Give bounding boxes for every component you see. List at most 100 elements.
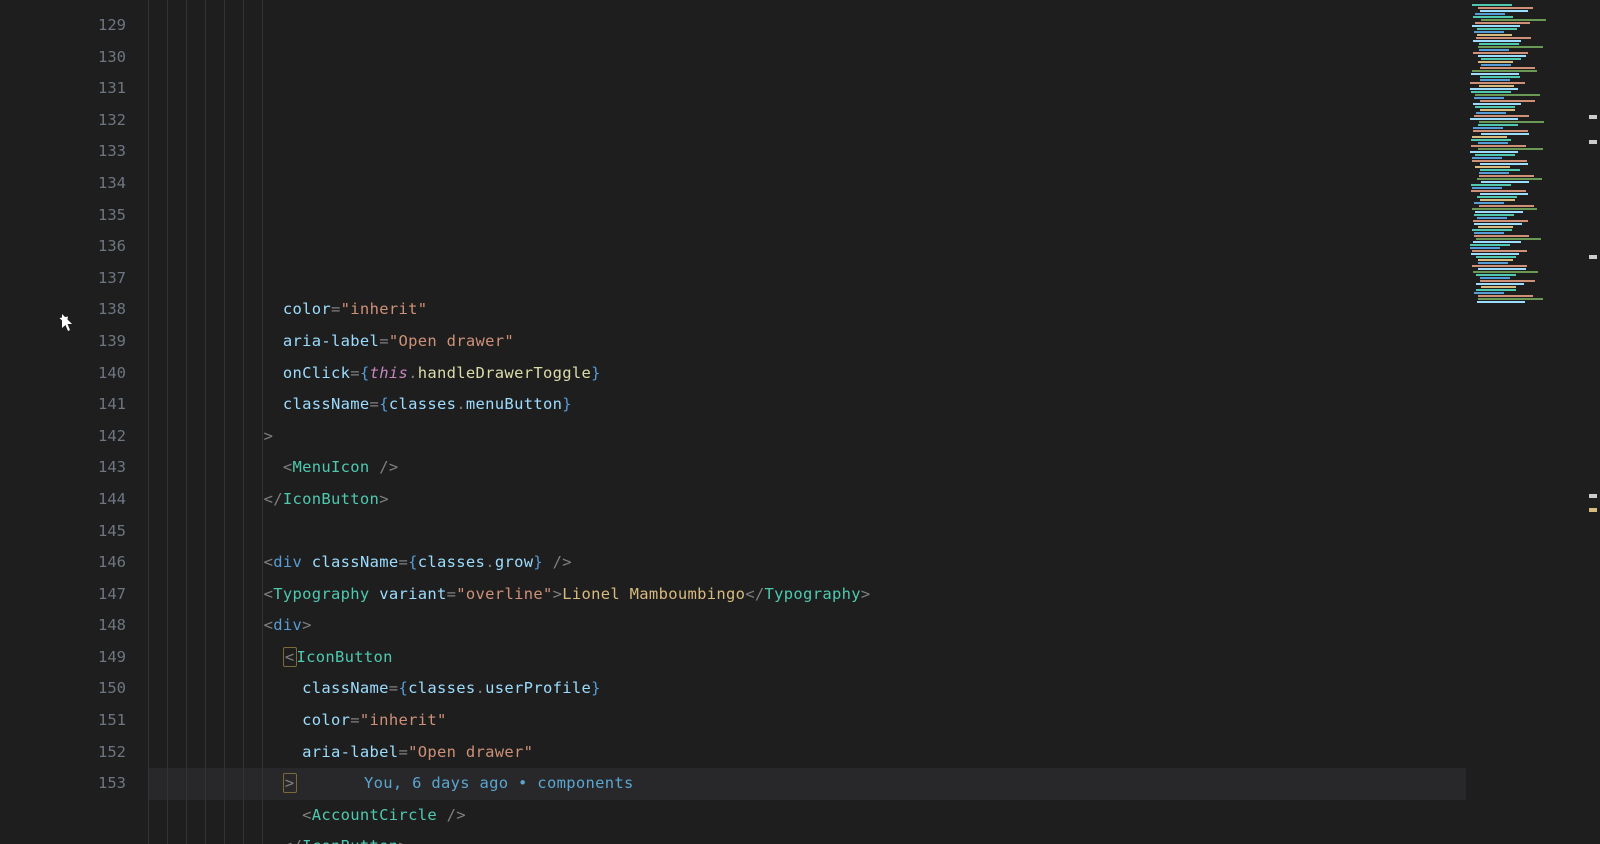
minimap-line	[1472, 25, 1520, 27]
line-number[interactable]: 140	[0, 358, 126, 390]
minimap-line	[1475, 94, 1540, 96]
minimap-line	[1473, 220, 1528, 222]
minimap-line	[1472, 208, 1537, 210]
minimap-line	[1480, 109, 1515, 111]
code-line[interactable]: > You, 6 days ago • components	[148, 768, 1466, 800]
code-area[interactable]: 1291301311321331341351361371381391401411…	[0, 0, 1600, 844]
minimap-line	[1480, 79, 1510, 81]
code-content[interactable]: color="inherit" aria-label="Open drawer"…	[148, 0, 1466, 844]
line-number[interactable]: 131	[0, 73, 126, 105]
minimap-line	[1479, 205, 1534, 207]
line-number[interactable]: 145	[0, 516, 126, 548]
code-line[interactable]: <div className={classes.grow} />	[148, 547, 1466, 579]
minimap-line	[1471, 253, 1519, 255]
code-line[interactable]: className={classes.userProfile}	[148, 673, 1466, 705]
minimap-line	[1476, 112, 1506, 114]
minimap-line	[1472, 70, 1537, 72]
minimap-line	[1471, 73, 1519, 75]
line-number[interactable]: 142	[0, 421, 126, 453]
line-number[interactable]: 133	[0, 136, 126, 168]
minimap-line	[1479, 43, 1519, 45]
minimap-line	[1471, 190, 1526, 192]
code-line[interactable]: </IconButton>	[148, 831, 1466, 844]
line-number[interactable]: 146	[0, 547, 126, 579]
line-number[interactable]: 144	[0, 484, 126, 516]
code-line[interactable]: >	[148, 421, 1466, 453]
line-number[interactable]: 138	[0, 294, 126, 326]
minimap-line	[1478, 61, 1513, 63]
minimap-line	[1473, 40, 1521, 42]
code-line[interactable]: aria-label="Open drawer"	[148, 737, 1466, 769]
line-number[interactable]: 149	[0, 642, 126, 674]
line-number[interactable]: 129	[0, 10, 126, 42]
minimap-line	[1478, 268, 1526, 270]
minimap-line	[1477, 217, 1507, 219]
minimap-line	[1476, 289, 1516, 291]
code-line[interactable]: aria-label="Open drawer"	[148, 326, 1466, 358]
scrollbar[interactable]	[1586, 0, 1600, 844]
minimap-line	[1476, 256, 1516, 258]
minimap-line	[1474, 31, 1504, 33]
minimap-line	[1480, 163, 1528, 165]
minimap-line	[1474, 115, 1529, 117]
code-line[interactable]: color="inherit"	[148, 294, 1466, 326]
minimap-line	[1470, 244, 1510, 246]
line-number[interactable]: 135	[0, 200, 126, 232]
line-number[interactable]: 153	[0, 768, 126, 800]
line-number[interactable]: 152	[0, 737, 126, 769]
line-number[interactable]: 132	[0, 105, 126, 137]
code-line[interactable]: <IconButton	[148, 642, 1466, 674]
line-number[interactable]: 137	[0, 263, 126, 295]
minimap-line	[1474, 292, 1504, 294]
code-line[interactable]: className={classes.menuButton}	[148, 389, 1466, 421]
minimap-line	[1473, 241, 1521, 243]
line-number[interactable]: 143	[0, 452, 126, 484]
line-number[interactable]: 136	[0, 231, 126, 263]
minimap-line	[1470, 88, 1518, 90]
minimap-line	[1472, 187, 1502, 189]
minimap-line	[1474, 223, 1522, 225]
minimap-line	[1478, 46, 1543, 48]
code-line[interactable]: </IconButton>	[148, 484, 1466, 516]
code-line[interactable]: <div>	[148, 610, 1466, 642]
minimap-line	[1474, 214, 1514, 216]
minimap-line	[1480, 76, 1520, 78]
code-line[interactable]: onClick={this.handleDrawerToggle}	[148, 358, 1466, 390]
line-number[interactable]: 134	[0, 168, 126, 200]
minimap-line	[1478, 262, 1508, 264]
line-number[interactable]: 130	[0, 42, 126, 74]
minimap-line	[1476, 274, 1516, 276]
minimap-line	[1474, 97, 1504, 99]
minimap-line	[1474, 232, 1504, 234]
minimap-line	[1476, 37, 1531, 39]
code-line[interactable]	[148, 516, 1466, 548]
minimap-line	[1475, 13, 1505, 15]
line-number[interactable]: 147	[0, 579, 126, 611]
minimap-line	[1471, 184, 1511, 186]
minimap-line	[1481, 181, 1529, 183]
line-number[interactable]: 139	[0, 326, 126, 358]
line-number[interactable]: 150	[0, 673, 126, 705]
minimap-line	[1475, 211, 1523, 213]
minimap-line	[1479, 172, 1509, 174]
line-number-gutter[interactable]: 1291301311321331341351361371381391401411…	[0, 0, 148, 844]
minimap-line	[1478, 142, 1508, 144]
line-number[interactable]: 148	[0, 610, 126, 642]
line-number[interactable]: 141	[0, 389, 126, 421]
minimap-line	[1473, 103, 1521, 105]
code-line[interactable]: color="inherit"	[148, 705, 1466, 737]
minimap-line	[1479, 49, 1509, 51]
minimap-line	[1480, 169, 1520, 171]
line-number[interactable]: 151	[0, 705, 126, 737]
code-line[interactable]: <AccountCircle />	[148, 800, 1466, 832]
minimap-line	[1470, 247, 1500, 249]
minimap-line	[1480, 193, 1528, 195]
minimap-line	[1478, 55, 1526, 57]
minimap-line	[1481, 19, 1546, 21]
code-line[interactable]: <MenuIcon />	[148, 452, 1466, 484]
code-line[interactable]: <Typography variant="overline">Lionel Ma…	[148, 579, 1466, 611]
minimap-line	[1470, 82, 1525, 84]
minimap[interactable]	[1466, 0, 1586, 844]
minimap-line	[1477, 196, 1517, 198]
minimap-line	[1470, 151, 1518, 153]
